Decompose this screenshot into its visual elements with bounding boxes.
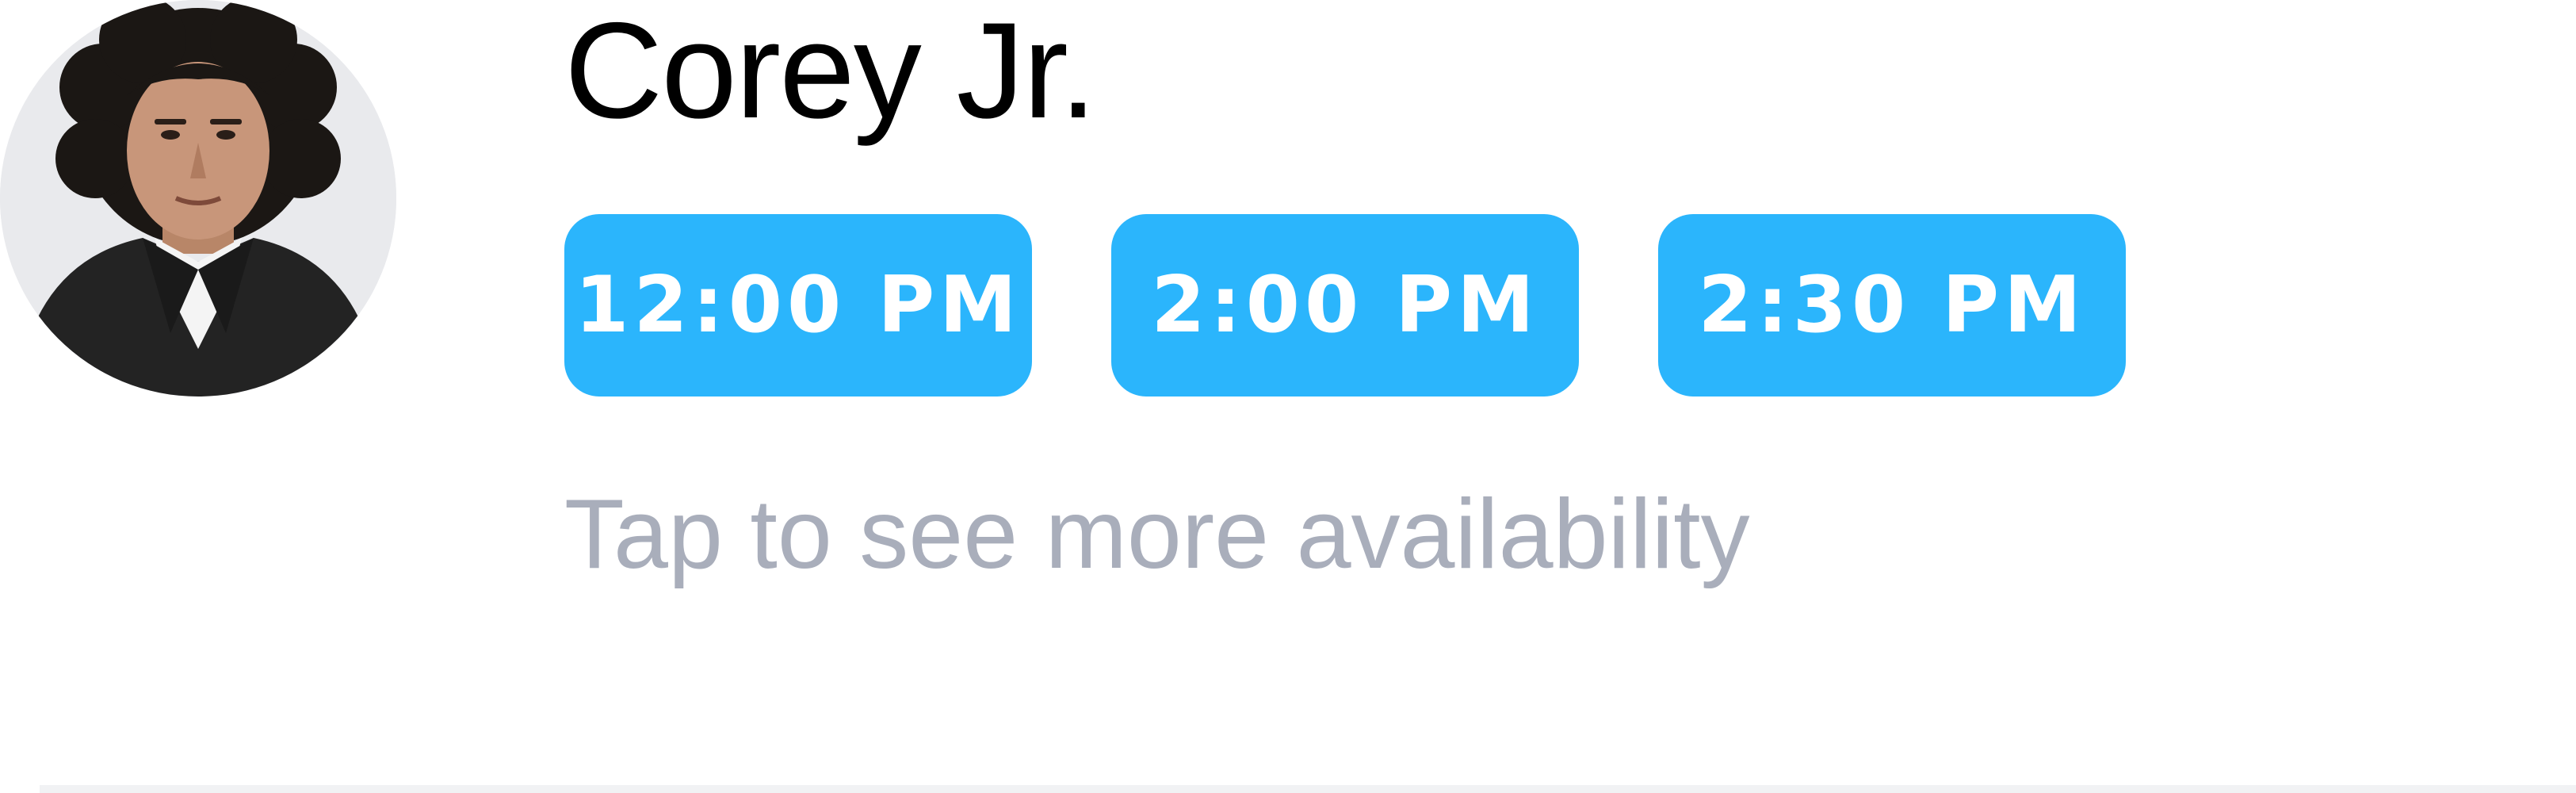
- time-slot-button[interactable]: 2:00 PM: [1111, 214, 1579, 396]
- more-availability-link[interactable]: Tap to see more availability: [564, 476, 1750, 594]
- time-slot-button[interactable]: 2:30 PM: [1658, 214, 2126, 396]
- provider-name: Corey Jr.: [564, 0, 1097, 147]
- time-slot-button[interactable]: 12:00 PM: [564, 214, 1032, 396]
- row-divider: [40, 785, 2576, 793]
- provider-avatar: [0, 0, 396, 396]
- person-photo-icon: [0, 0, 396, 396]
